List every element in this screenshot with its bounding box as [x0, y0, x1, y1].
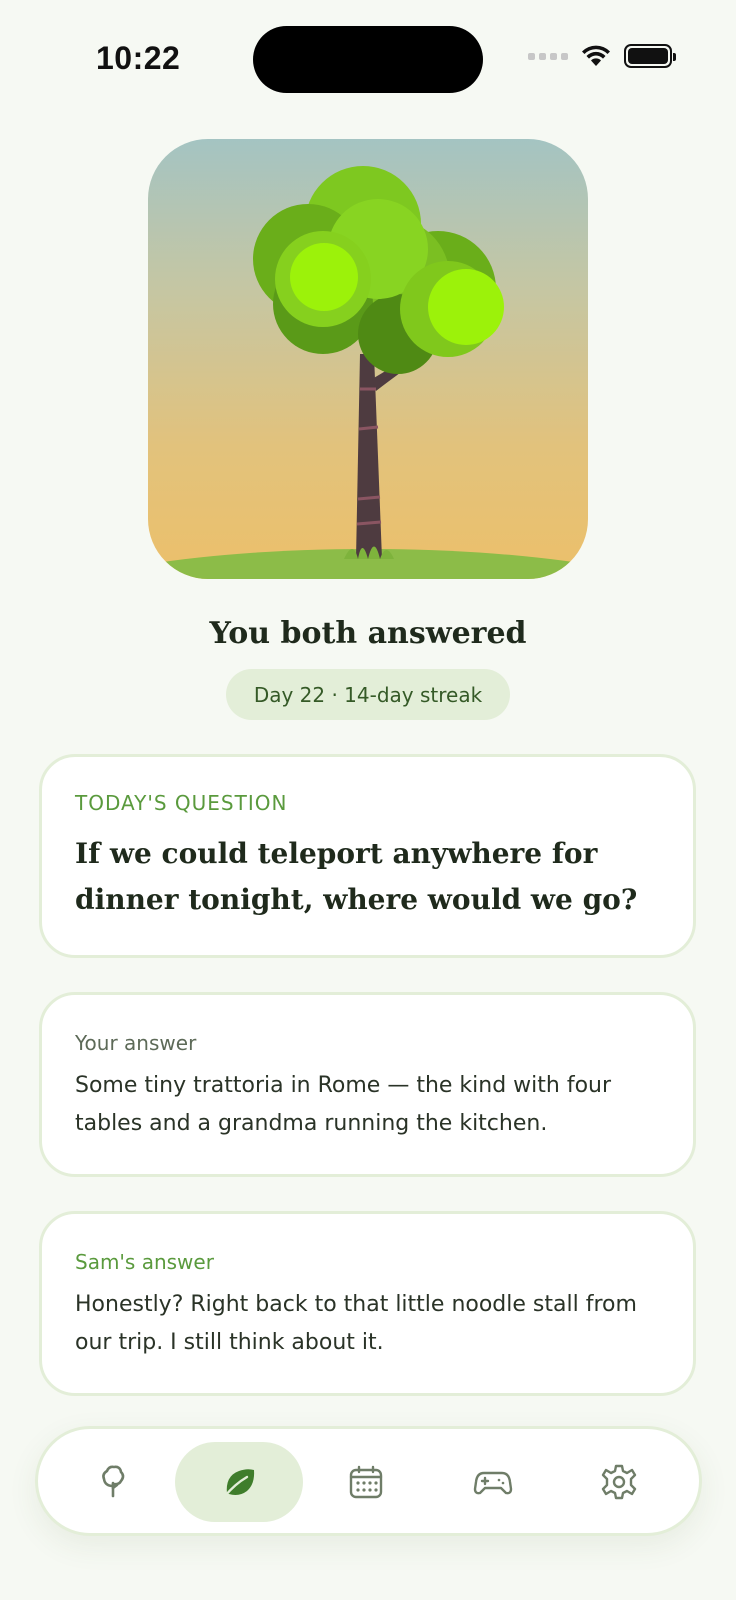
gamepad-icon — [473, 1471, 513, 1495]
question-card: TODAY'S QUESTION If we could teleport an… — [39, 754, 696, 958]
partner-answer-card[interactable]: Sam's answer Honestly? Right back to tha… — [39, 1211, 696, 1396]
your-answer-label: Your answer — [75, 1031, 197, 1055]
tree-image — [148, 166, 588, 579]
question-label: TODAY'S QUESTION — [75, 791, 288, 815]
partner-answer-label: Sam's answer — [75, 1250, 214, 1274]
tab-settings[interactable] — [555, 1442, 683, 1522]
bottom-tab-bar — [35, 1426, 702, 1536]
leaf-icon — [223, 1469, 255, 1498]
your-answer-text: Some tiny trattoria in Rome — the kind w… — [75, 1073, 612, 1136]
your-answer-card[interactable]: Your answer Some tiny trattoria in Rome … — [39, 992, 696, 1177]
tab-games[interactable] — [429, 1442, 557, 1522]
partner-answer-text: Honestly? Right back to that little nood… — [75, 1292, 637, 1355]
tree-icon — [102, 1465, 125, 1498]
dynamic-island — [253, 26, 483, 93]
status-bar: 10:22 — [0, 0, 736, 120]
cellular-signal-icon — [528, 52, 568, 60]
status-icons — [528, 44, 676, 68]
calendar-icon — [349, 1465, 383, 1499]
gear-icon — [601, 1464, 637, 1500]
wifi-icon — [582, 45, 610, 66]
tree-illustration — [148, 139, 588, 579]
question-text: If we could teleport anywhere for dinner… — [75, 837, 638, 916]
streak-badge: Day 22 · 14-day streak — [226, 669, 510, 720]
tab-tree[interactable] — [49, 1442, 177, 1522]
answered-headline: You both answered — [209, 616, 527, 651]
status-time: 10:22 — [96, 40, 181, 76]
tab-today[interactable] — [175, 1442, 303, 1522]
battery-icon — [624, 44, 676, 68]
tab-calendar[interactable] — [302, 1442, 430, 1522]
